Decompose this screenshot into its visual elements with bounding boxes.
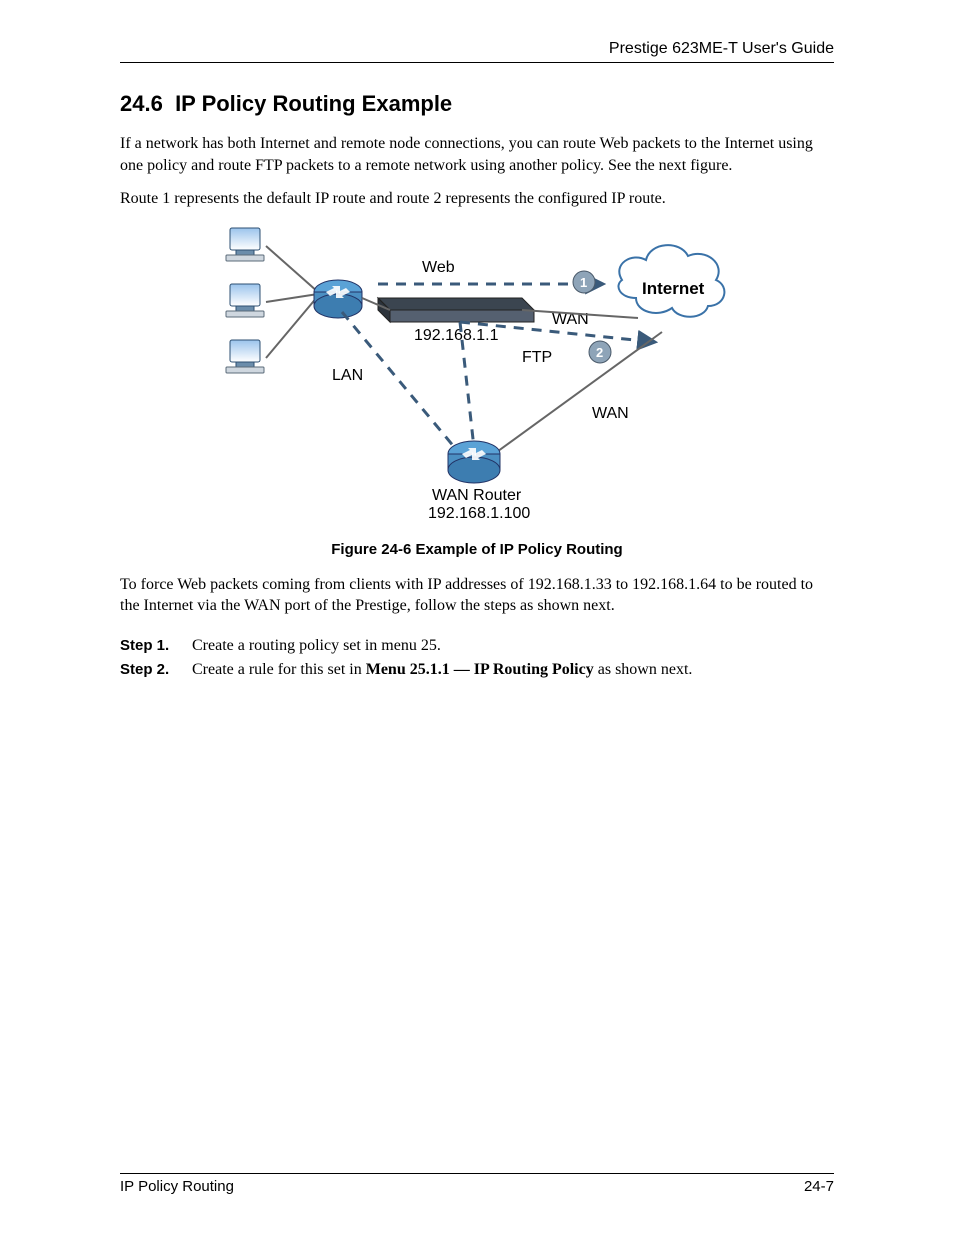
section-number: 24.6 <box>120 91 163 116</box>
figure: Web Internet 1 WAN 192.168.1.1 FTP 2 <box>120 222 834 527</box>
pc-icon <box>226 340 264 373</box>
steps-list: Step 1. Create a routing policy set in m… <box>120 631 834 685</box>
route-badge-2: 2 <box>589 341 611 363</box>
ip-label-2: 192.168.1.100 <box>428 505 530 522</box>
footer: IP Policy Routing 24-7 <box>120 1173 834 1195</box>
ip-label-1: 192.168.1.1 <box>414 327 499 344</box>
pc-icon <box>226 228 264 261</box>
step-body: Create a routing policy set in menu 25. <box>192 637 441 655</box>
lan-label: LAN <box>332 367 363 384</box>
svg-text:1: 1 <box>580 275 587 290</box>
step-row: Step 2. Create a rule for this set in Me… <box>120 661 834 679</box>
router-icon <box>314 280 362 318</box>
step-label: Step 2. <box>120 661 192 679</box>
post-figure-paragraph: To force Web packets coming from clients… <box>120 574 834 617</box>
section-heading: IP Policy Routing Example <box>175 91 452 116</box>
prestige-device-icon <box>378 298 534 322</box>
page: Prestige 623ME-T User's Guide 24.6 IP Po… <box>0 0 954 1235</box>
footer-right: 24-7 <box>804 1178 834 1195</box>
header-guide-title: Prestige 623ME-T User's Guide <box>120 40 834 63</box>
pc-icon <box>226 284 264 317</box>
footer-left: IP Policy Routing <box>120 1178 234 1195</box>
wan-router-icon <box>448 441 500 483</box>
internet-label: Internet <box>642 279 705 298</box>
wan-router-label: WAN Router <box>432 487 522 504</box>
section-paragraph-1: If a network has both Internet and remot… <box>120 133 834 176</box>
internet-cloud-icon: Internet <box>618 245 724 317</box>
route-badge-1: 1 <box>573 271 595 293</box>
wan-label-2: WAN <box>592 405 629 422</box>
section-paragraph-2: Route 1 represents the default IP route … <box>120 188 834 210</box>
step-row: Step 1. Create a routing policy set in m… <box>120 637 834 655</box>
ftp-label: FTP <box>522 349 552 366</box>
web-label: Web <box>422 259 455 276</box>
step-body: Create a rule for this set in Menu 25.1.… <box>192 661 692 679</box>
svg-text:2: 2 <box>596 345 603 360</box>
section-title: 24.6 IP Policy Routing Example <box>120 91 834 117</box>
network-diagram: Web Internet 1 WAN 192.168.1.1 FTP 2 <box>222 222 732 522</box>
figure-caption: Figure 24-6 Example of IP Policy Routing <box>120 541 834 558</box>
step-label: Step 1. <box>120 637 192 655</box>
